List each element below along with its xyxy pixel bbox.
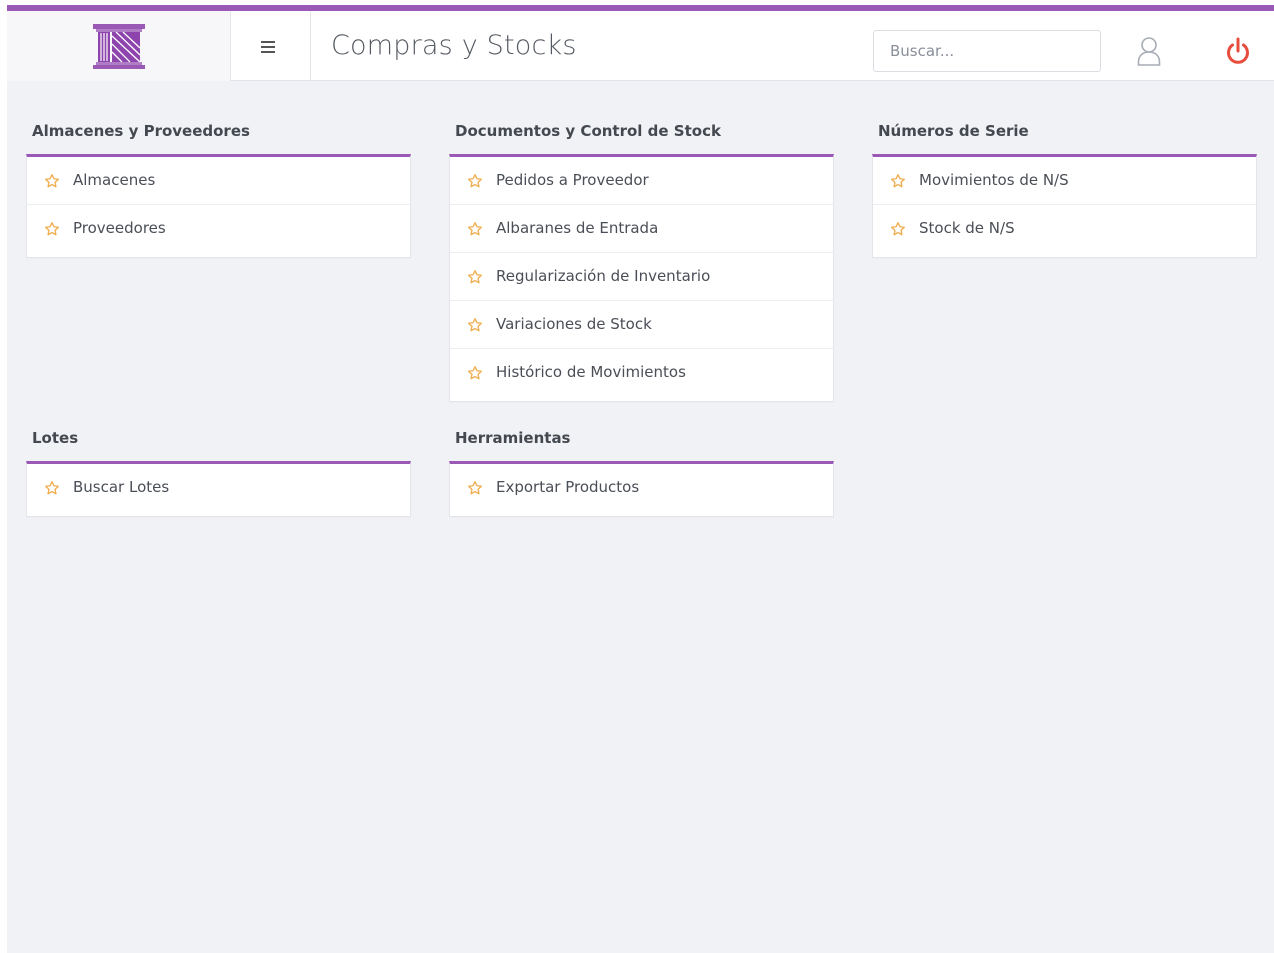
menu-item-label: Buscar Lotes <box>73 478 170 496</box>
menu-item-buscar-lotes[interactable]: Buscar Lotes <box>27 464 410 516</box>
user-icon <box>1137 37 1161 66</box>
star-icon[interactable] <box>44 480 60 496</box>
star-icon[interactable] <box>467 480 483 496</box>
menu-item-pedidos-proveedor[interactable]: Pedidos a Proveedor <box>450 157 833 205</box>
menu-item-label: Movimientos de N/S <box>919 171 1069 189</box>
menu-item-label: Proveedores <box>73 219 166 237</box>
menu-item-almacenes[interactable]: Almacenes <box>27 157 410 205</box>
card-documentos-control-stock: Pedidos a Proveedor Albaranes de Entrada… <box>449 154 834 402</box>
user-button[interactable] <box>1137 36 1161 70</box>
menu-item-label: Stock de N/S <box>919 219 1015 237</box>
search-input[interactable] <box>873 30 1101 72</box>
menu-item-label: Exportar Productos <box>496 478 640 496</box>
power-icon <box>1227 37 1249 64</box>
menu-icon <box>261 41 275 43</box>
star-icon[interactable] <box>467 365 483 381</box>
star-icon[interactable] <box>467 173 483 189</box>
logo-icon <box>93 24 145 69</box>
card-almacenes-proveedores: Almacenes Proveedores <box>26 154 411 258</box>
logout-button[interactable] <box>1225 36 1251 70</box>
star-icon[interactable] <box>44 173 60 189</box>
menu-item-label: Albaranes de Entrada <box>496 219 659 237</box>
section-title-numeros-serie: Números de Serie <box>878 122 1029 140</box>
section-title-herramientas: Herramientas <box>455 429 571 447</box>
section-title-documentos-control-stock: Documentos y Control de Stock <box>455 122 721 140</box>
star-icon[interactable] <box>467 317 483 333</box>
menu-item-historico-movimientos[interactable]: Histórico de Movimientos <box>450 349 833 401</box>
card-herramientas: Exportar Productos <box>449 461 834 517</box>
menu-item-exportar-productos[interactable]: Exportar Productos <box>450 464 833 516</box>
menu-item-label: Regularización de Inventario <box>496 267 711 285</box>
star-icon[interactable] <box>890 173 906 189</box>
star-icon[interactable] <box>890 221 906 237</box>
menu-item-label: Histórico de Movimientos <box>496 363 686 381</box>
card-lotes: Buscar Lotes <box>26 461 411 517</box>
logo-area[interactable] <box>7 11 231 81</box>
menu-item-label: Variaciones de Stock <box>496 315 652 333</box>
menu-item-regularizacion-inventario[interactable]: Regularización de Inventario <box>450 253 833 301</box>
app-frame: Compras y Stocks Almacenes y Proveedores… <box>7 5 1274 953</box>
page-title: Compras y Stocks <box>331 30 577 61</box>
menu-item-stock-ns[interactable]: Stock de N/S <box>873 205 1256 257</box>
menu-item-proveedores[interactable]: Proveedores <box>27 205 410 257</box>
menu-item-variaciones-stock[interactable]: Variaciones de Stock <box>450 301 833 349</box>
menu-item-albaranes-entrada[interactable]: Albaranes de Entrada <box>450 205 833 253</box>
section-title-lotes: Lotes <box>32 429 79 447</box>
menu-item-label: Pedidos a Proveedor <box>496 171 649 189</box>
top-bar: Compras y Stocks <box>7 11 1274 81</box>
star-icon[interactable] <box>467 269 483 285</box>
menu-item-movimientos-ns[interactable]: Movimientos de N/S <box>873 157 1256 205</box>
star-icon[interactable] <box>467 221 483 237</box>
star-icon[interactable] <box>44 221 60 237</box>
menu-item-label: Almacenes <box>73 171 156 189</box>
section-title-almacenes-proveedores: Almacenes y Proveedores <box>32 122 250 140</box>
hamburger-menu-button[interactable] <box>231 11 311 81</box>
card-numeros-serie: Movimientos de N/S Stock de N/S <box>872 154 1257 258</box>
